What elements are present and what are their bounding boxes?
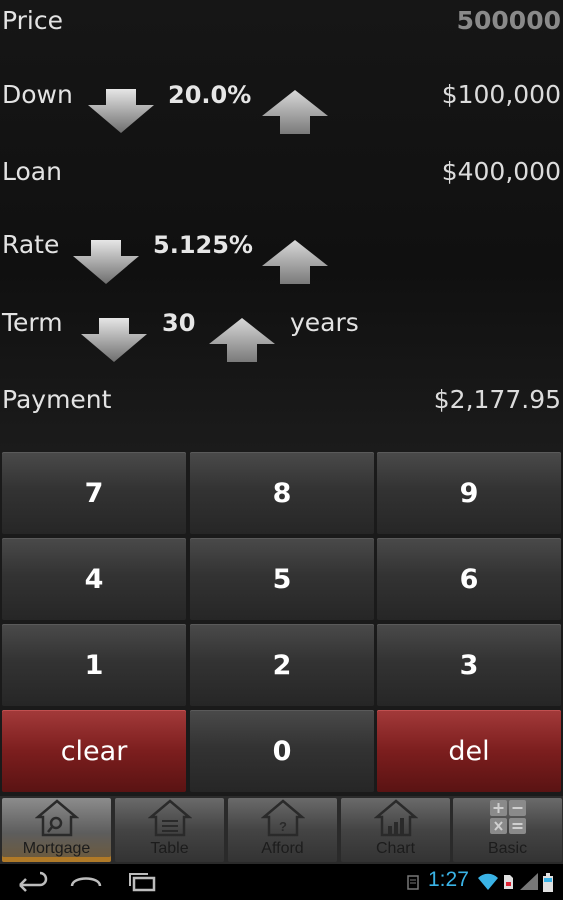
down-amount: $100,000 — [441, 80, 561, 109]
tab-label: Mortgage — [22, 840, 91, 857]
wifi-icon — [478, 873, 498, 895]
key-8[interactable]: 8 — [190, 452, 374, 534]
tab-label: Chart — [375, 840, 416, 857]
mortgage-calculator: Price 500000 Down 20.0% $100,000 Loan $4… — [0, 0, 563, 450]
house-table-icon — [147, 799, 192, 837]
term-unit: years — [290, 308, 359, 337]
term-label: Term — [2, 308, 63, 337]
tab-chart[interactable]: Chart — [341, 798, 450, 862]
loan-label: Loan — [2, 157, 62, 186]
house-magnifier-icon — [34, 799, 79, 837]
rate-label: Rate — [2, 230, 60, 259]
key-9[interactable]: 9 — [377, 452, 561, 534]
loan-amount: $400,000 — [441, 157, 561, 186]
key-6[interactable]: 6 — [377, 538, 561, 620]
tab-table[interactable]: Table — [115, 798, 224, 862]
down-increase-arrow-icon[interactable] — [260, 90, 330, 134]
down-label: Down — [2, 80, 73, 109]
key-2[interactable]: 2 — [190, 624, 374, 706]
term-decrease-arrow-icon[interactable] — [79, 318, 149, 362]
payment-label: Payment — [2, 385, 112, 414]
house-question-icon: ? — [260, 799, 305, 837]
tab-label: Table — [150, 840, 189, 857]
tab-mortgage[interactable]: Mortgage — [2, 798, 111, 862]
bottom-tab-bar: Mortgage Table ? Afford Chart Basic — [0, 796, 563, 864]
recent-apps-icon[interactable] — [124, 870, 160, 894]
price-input[interactable]: 500000 — [457, 6, 561, 35]
svg-text:?: ? — [279, 819, 287, 834]
key-7[interactable]: 7 — [2, 452, 186, 534]
tab-basic[interactable]: Basic — [453, 798, 562, 862]
rate-decrease-arrow-icon[interactable] — [71, 240, 141, 284]
home-icon[interactable] — [68, 870, 104, 894]
battery-icon — [542, 873, 554, 897]
rate-increase-arrow-icon[interactable] — [260, 240, 330, 284]
term-increase-arrow-icon[interactable] — [207, 318, 277, 362]
key-0[interactable]: 0 — [190, 710, 374, 792]
tab-afford[interactable]: ? Afford — [228, 798, 337, 862]
term-years-value[interactable]: 30 — [162, 309, 195, 337]
tab-label: Afford — [261, 840, 304, 857]
key-1[interactable]: 1 — [2, 624, 186, 706]
down-percent[interactable]: 20.0% — [168, 81, 251, 109]
delete-button[interactable]: del — [377, 710, 561, 792]
notification-icon — [406, 873, 420, 895]
down-decrease-arrow-icon[interactable] — [86, 89, 156, 133]
house-chart-icon — [373, 799, 418, 837]
payment-amount: $2,177.95 — [433, 385, 561, 414]
calculator-icon — [489, 800, 526, 834]
clock: 1:27 — [428, 868, 469, 891]
key-5[interactable]: 5 — [190, 538, 374, 620]
tab-label: Basic — [487, 840, 528, 857]
key-4[interactable]: 4 — [2, 538, 186, 620]
signal-icon — [520, 873, 540, 895]
key-3[interactable]: 3 — [377, 624, 561, 706]
rate-percent[interactable]: 5.125% — [153, 231, 253, 259]
clear-button[interactable]: clear — [2, 710, 186, 792]
back-icon[interactable] — [14, 870, 50, 894]
price-label: Price — [2, 6, 63, 35]
sd-card-icon — [502, 873, 514, 895]
system-navigation-bar: 1:27 — [0, 864, 563, 900]
keypad: 7 8 9 4 5 6 1 2 3 clear 0 del — [0, 450, 563, 796]
